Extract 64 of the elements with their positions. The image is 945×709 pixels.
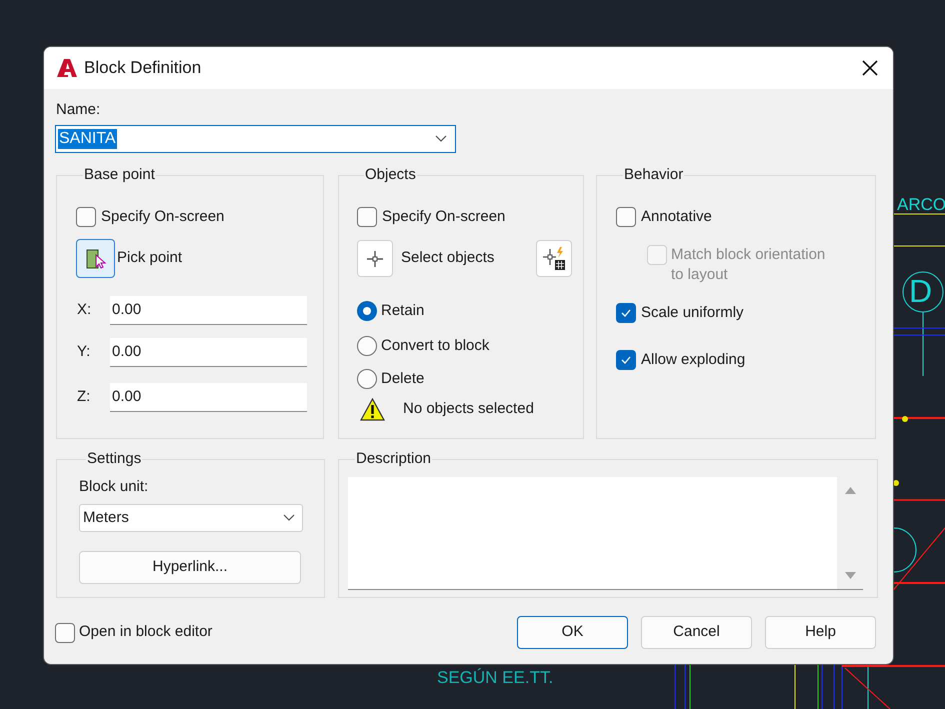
quick-select-icon [541,246,567,272]
checkbox-label: Open in block editor [79,622,212,642]
radio-label: Delete [381,368,424,389]
description-field[interactable] [348,477,863,590]
checkbox[interactable] [76,207,96,227]
group-title: Settings [86,450,142,468]
coordinate-label: X: [77,300,92,320]
checkmark-icon [620,355,632,365]
close-icon[interactable] [861,59,879,77]
group-title: Objects [364,166,417,184]
checkbox[interactable] [616,207,636,227]
warning-icon [360,398,385,420]
dialog-button[interactable]: Help [765,616,876,649]
select-objects-label: Select objects [401,248,494,268]
coordinate-label: Y: [77,342,92,362]
radio-label: Convert to block [381,336,490,356]
select-objects-button[interactable] [357,240,393,277]
name-combobox[interactable]: SANITA [55,125,456,153]
group-title: Behavior [623,166,684,184]
checkbox[interactable] [55,622,75,642]
checkbox-label: Allow exploding [641,350,746,370]
block-unit-select[interactable]: Meters [79,504,303,532]
radio-button[interactable] [357,336,377,356]
coordinate-label: Z: [77,387,92,408]
block-unit-label: Block unit: [79,478,150,496]
checkbox-label: Specify On-screen [382,206,506,227]
crosshair-icon [365,248,385,268]
drawing-label: SEGÚN EE.TT. [437,667,554,689]
dialog-button[interactable]: Cancel [641,616,752,649]
group-title: Description [355,450,432,468]
checkbox-label: Specify On-screen [101,206,224,227]
chevron-down-icon [435,135,447,143]
dialog-button[interactable]: OK [517,616,628,649]
checkbox[interactable] [616,303,636,323]
coordinate-field[interactable]: 0.00 [110,338,307,367]
checkmark-icon [620,308,632,318]
checkbox-label: Annotative [641,206,712,227]
drawing-label: D [909,273,932,309]
group-title: Base point [83,166,156,184]
coordinate-field[interactable]: 0.00 [110,383,307,412]
radio-button[interactable] [357,301,377,321]
name-label: Name: [56,101,102,119]
quick-select-button[interactable] [536,240,572,277]
checkbox[interactable] [357,207,377,227]
coordinate-value: 0.00 [112,386,142,407]
pick-point-button[interactable] [76,239,115,278]
pick-point-icon [84,246,108,270]
name-value: SANITA [58,129,117,149]
radio-label: Retain [381,300,424,321]
radio-button[interactable] [357,369,377,389]
pick-point-label: Pick point [117,248,182,268]
hyperlink-button[interactable]: Hyperlink... [79,551,301,584]
block-unit-value: Meters [83,508,129,528]
window-title: Block Definition [84,57,202,80]
checkbox[interactable] [616,350,636,370]
status-message: No objects selected [403,398,534,419]
coordinate-value: 0.00 [112,300,142,320]
checkbox-label: Match block orientation to layout [671,245,826,285]
app-logo-icon [56,57,78,79]
chevron-down-icon [283,514,295,522]
coordinate-field[interactable]: 0.00 [110,296,307,325]
checkbox-label: Scale uniformly [641,302,744,323]
coordinate-value: 0.00 [112,342,142,362]
drawing-label: ARCO [897,194,945,216]
